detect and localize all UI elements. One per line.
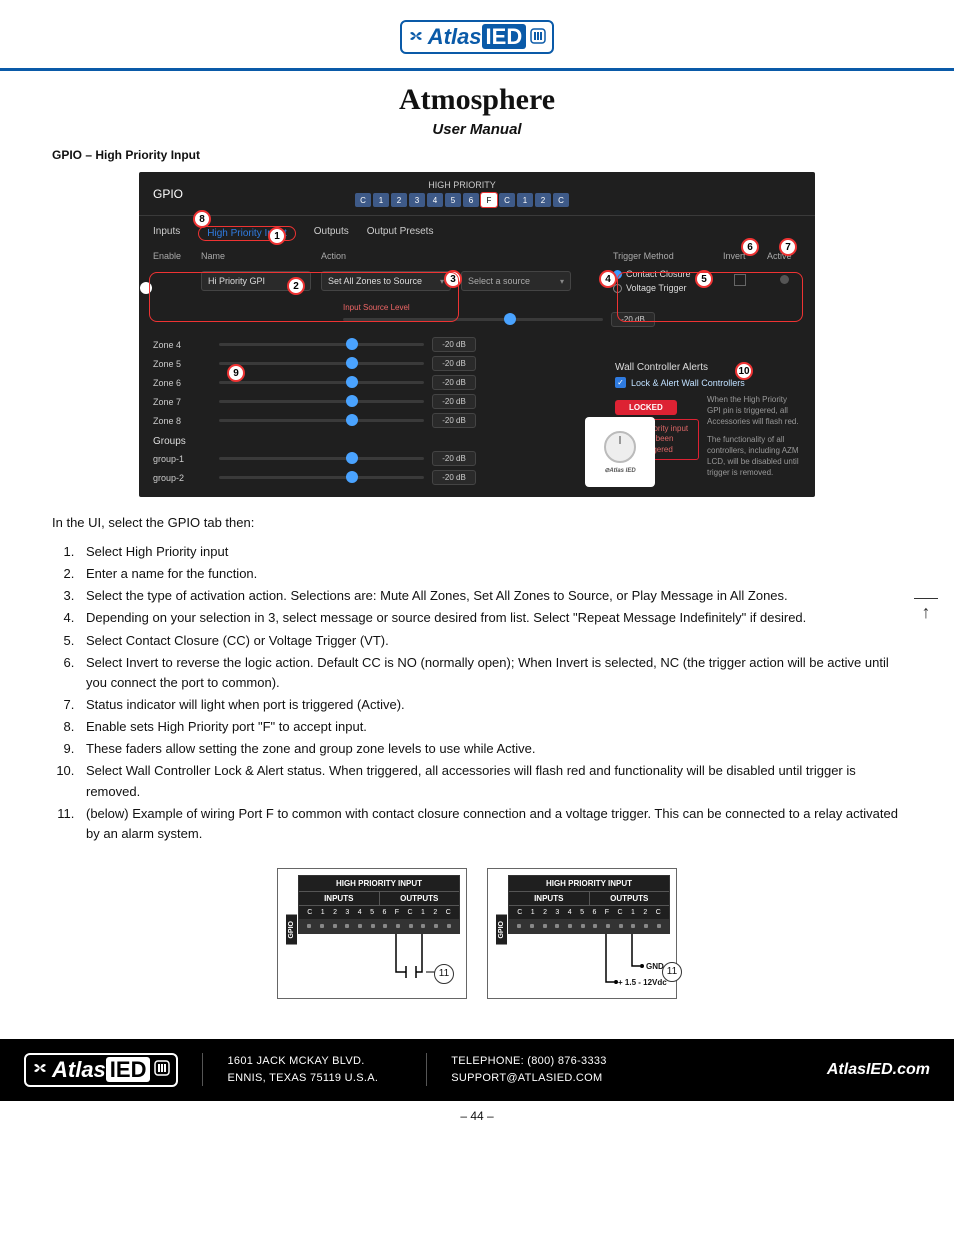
tab-output-presets[interactable]: Output Presets [367, 226, 434, 241]
annotation-outline [149, 272, 459, 322]
scroll-to-top-icon[interactable]: ↑ [912, 598, 940, 626]
fader[interactable] [346, 452, 358, 464]
step: Select Contact Closure (CC) or Voltage T… [78, 631, 902, 651]
footer-logo: AtlasIED [24, 1053, 178, 1087]
port[interactable]: 1 [517, 193, 533, 207]
port[interactable]: C [499, 193, 515, 207]
section-heading: GPIO – High Priority Input [52, 148, 954, 162]
port[interactable]: 2 [535, 193, 551, 207]
footer-url[interactable]: AtlasIED.com [827, 1061, 930, 1079]
callout-7: 7 [779, 238, 797, 256]
callout-1: 1 [268, 227, 286, 245]
callout-6: 6 [741, 238, 759, 256]
page-number: – 44 – [0, 1101, 954, 1143]
step: Select the type of activation action. Se… [78, 586, 902, 606]
panel-title: GPIO [153, 187, 183, 201]
fan-icon [408, 28, 424, 47]
port[interactable]: 4 [427, 193, 443, 207]
column-headers: Enable Name Action Trigger Method Invert… [139, 249, 815, 265]
callout-4: 4 [599, 270, 617, 288]
page-header: AtlasIED [0, 0, 954, 64]
step: These faders allow setting the zone and … [78, 739, 902, 759]
callout-9: 9 [227, 364, 245, 382]
fader[interactable] [346, 471, 358, 483]
page-title: Atmosphere [0, 83, 954, 117]
knob-icon [604, 431, 636, 463]
port[interactable]: 1 [373, 193, 389, 207]
gpio-screenshot: GPIO HIGH PRIORITY C 1 2 3 4 5 6 F C 1 2… [139, 172, 815, 497]
port-selected[interactable]: F [481, 193, 497, 207]
step: Status indicator will light when port is… [78, 695, 902, 715]
header-rule [0, 68, 954, 71]
step: (below) Example of wiring Port F to comm… [78, 804, 902, 844]
step: Select Wall Controller Lock & Alert stat… [78, 761, 902, 801]
hp-label: HIGH PRIORITY [355, 180, 569, 190]
step: Select High Priority input [78, 542, 902, 562]
wiring-voltage-trigger: GPIO HIGH PRIORITY INPUT INPUTSOUTPUTS C… [487, 868, 677, 999]
page-subtitle: User Manual [0, 121, 954, 138]
callout-11: 11 [662, 962, 682, 982]
tab-bar: Inputs High Priority Input Outputs Outpu… [139, 216, 815, 249]
brand-logo: AtlasIED [400, 20, 554, 54]
port[interactable]: C [553, 193, 569, 207]
wiring-contact-closure: GPIO HIGH PRIORITY INPUT INPUTSOUTPUTS C… [277, 868, 467, 999]
port[interactable]: C [355, 193, 371, 207]
callout-11: 11 [434, 964, 454, 984]
page-footer: AtlasIED 1601 JACK MCKAY BLVD. ENNIS, TE… [0, 1039, 954, 1101]
lock-alert-checkbox[interactable]: ✓Lock & Alert Wall Controllers [615, 377, 801, 388]
annotation-outline [617, 272, 803, 322]
callout-10: 10 [735, 362, 753, 380]
fader[interactable] [346, 376, 358, 388]
chevron-down-icon: ▾ [560, 277, 564, 286]
step: Depending on your selection in 3, select… [78, 608, 902, 628]
step: Enter a name for the function. [78, 564, 902, 584]
fan-icon [32, 1060, 48, 1079]
instruction-list: Select High Priority input Enter a name … [52, 542, 902, 844]
wiring-diagrams: GPIO HIGH PRIORITY INPUT INPUTSOUTPUTS C… [0, 868, 954, 999]
footer-address: 1601 JACK MCKAY BLVD. ENNIS, TEXAS 75119… [202, 1053, 402, 1086]
step: Select Invert to reverse the logic actio… [78, 653, 902, 693]
source-select[interactable]: Select a source▾ [461, 271, 571, 291]
port[interactable]: 5 [445, 193, 461, 207]
port[interactable]: 2 [391, 193, 407, 207]
locked-badge: LOCKED [615, 400, 677, 415]
bars-icon [154, 1060, 170, 1079]
callout-8: 8 [193, 210, 211, 228]
zone-row: Zone 4-20 dB [139, 335, 815, 354]
port-selector[interactable]: C 1 2 3 4 5 6 F C 1 2 C [355, 193, 569, 207]
fader[interactable] [346, 414, 358, 426]
bars-icon [530, 28, 546, 47]
port[interactable]: 6 [463, 193, 479, 207]
fader[interactable] [346, 338, 358, 350]
footer-contact: TELEPHONE: (800) 876-3333 SUPPORT@ATLASI… [426, 1053, 630, 1086]
fader[interactable] [346, 395, 358, 407]
port[interactable]: 3 [409, 193, 425, 207]
tab-outputs[interactable]: Outputs [314, 226, 349, 241]
fader[interactable] [346, 357, 358, 369]
volt-label: + 1.5 - 12Vdc [618, 978, 667, 987]
intro-text: In the UI, select the GPIO tab then: [52, 515, 902, 530]
accessory-preview: ⊘Atlas IED [585, 417, 655, 487]
tab-inputs[interactable]: Inputs [153, 226, 180, 241]
step: Enable sets High Priority port "F" to ac… [78, 717, 902, 737]
